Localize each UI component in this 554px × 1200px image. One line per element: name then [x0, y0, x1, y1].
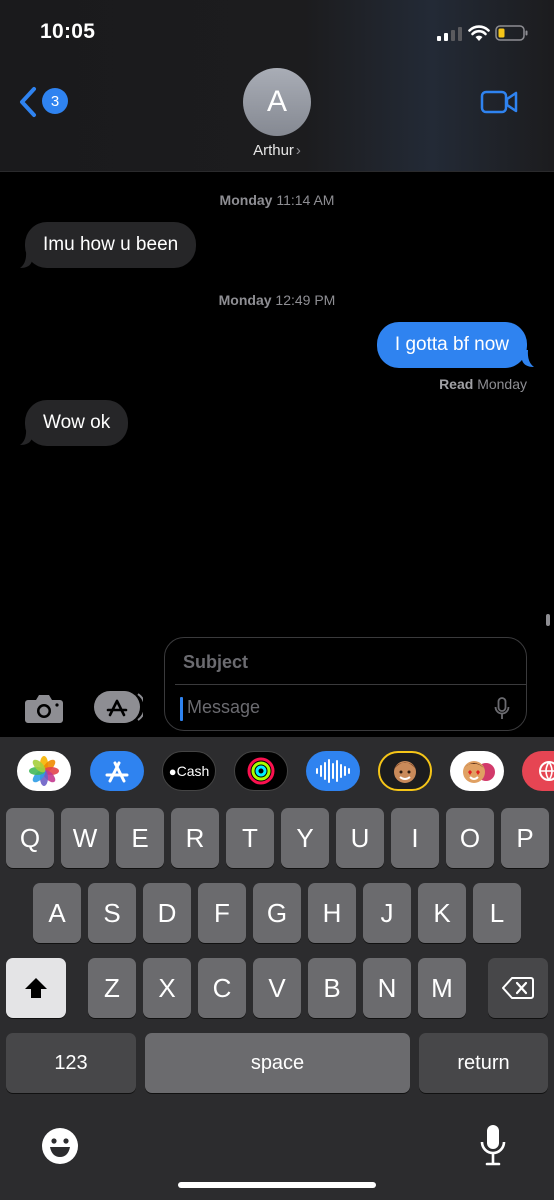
photos-icon [29, 756, 59, 786]
key-y[interactable]: Y [281, 808, 329, 868]
chevron-right-icon: › [295, 142, 301, 159]
key-n[interactable]: N [363, 958, 411, 1018]
message-timestamp: Monday 11:14 AM [0, 192, 554, 208]
memoji-icon [394, 761, 416, 783]
home-indicator[interactable] [178, 1182, 376, 1188]
space-key[interactable]: space [145, 1033, 410, 1093]
key-f[interactable]: F [198, 883, 246, 943]
photos-app-button[interactable] [17, 751, 71, 791]
key-d[interactable]: D [143, 883, 191, 943]
key-b[interactable]: B [308, 958, 356, 1018]
read-label: Read [439, 376, 474, 392]
apple-cash-icon: ● [168, 763, 177, 779]
app-store-app-button[interactable] [90, 751, 144, 791]
key-m[interactable]: M [418, 958, 466, 1018]
scroll-indicator[interactable] [546, 614, 550, 626]
key-u[interactable]: U [336, 808, 384, 868]
numbers-key[interactable]: 123 [6, 1033, 136, 1093]
read-when: Monday [477, 376, 527, 392]
message-bubble-incoming[interactable]: Wow ok [25, 400, 129, 446]
key-s[interactable]: S [88, 883, 136, 943]
memoji-stickers-app-button[interactable] [450, 751, 504, 791]
contact-avatar[interactable]: A [243, 68, 311, 136]
text-cursor [180, 697, 183, 721]
dictation-mic-icon[interactable] [480, 1124, 506, 1166]
cellular-signal-icon [437, 27, 462, 41]
chevron-left-icon [20, 87, 36, 117]
return-key[interactable]: return [419, 1033, 548, 1093]
message-bubble-incoming[interactable]: Imu how u been [25, 222, 197, 268]
key-o[interactable]: O [446, 808, 494, 868]
message-bubble-outgoing[interactable]: I gotta bf now [376, 322, 527, 368]
key-w[interactable]: W [61, 808, 109, 868]
key-q[interactable]: Q [6, 808, 54, 868]
key-a[interactable]: A [33, 883, 81, 943]
key-r[interactable]: R [171, 808, 219, 868]
key-v[interactable]: V [253, 958, 301, 1018]
shift-key[interactable] [6, 958, 66, 1018]
delete-backward-icon [502, 977, 534, 999]
app-store-icon [105, 761, 129, 783]
key-i[interactable]: I [391, 808, 439, 868]
facetime-video-icon[interactable] [480, 89, 518, 115]
message-timestamp: Monday 12:49 PM [0, 292, 554, 308]
timestamp-time: 12:49 PM [275, 292, 336, 308]
backspace-key[interactable] [488, 958, 548, 1018]
imessage-app-strip: ● Cash [0, 737, 554, 809]
audio-waveform-icon [316, 759, 350, 783]
unread-count-badge: 3 [42, 88, 68, 114]
activity-app-button[interactable] [234, 751, 288, 791]
emoji-icon[interactable] [41, 1127, 79, 1165]
key-t[interactable]: T [226, 808, 274, 868]
key-p[interactable]: P [501, 808, 549, 868]
status-time: 10:05 [40, 20, 96, 43]
key-z[interactable]: Z [88, 958, 136, 1018]
key-c[interactable]: C [198, 958, 246, 1018]
key-l[interactable]: L [473, 883, 521, 943]
audio-message-app-button[interactable] [306, 751, 360, 791]
timestamp-day: Monday [219, 192, 273, 208]
shift-arrow-icon [25, 978, 47, 998]
subject-field[interactable]: Subject [183, 652, 248, 673]
dictation-mic-icon[interactable] [494, 697, 510, 721]
key-x[interactable]: X [143, 958, 191, 1018]
app-store-icon[interactable] [93, 690, 143, 724]
wifi-icon [468, 25, 490, 41]
key-j[interactable]: J [363, 883, 411, 943]
conversation-header: 10:05 3 A Arthur › [0, 0, 554, 172]
contact-name-label: Arthur [253, 142, 294, 159]
back-button[interactable]: 3 [18, 84, 70, 120]
message-input[interactable]: Message [187, 697, 260, 718]
apple-cash-app-button[interactable]: ● Cash [162, 751, 216, 791]
message-compose-box[interactable]: Subject Message [164, 637, 527, 731]
key-k[interactable]: K [418, 883, 466, 943]
camera-icon[interactable] [24, 692, 64, 724]
read-receipt: Read Monday [439, 376, 527, 392]
key-e[interactable]: E [116, 808, 164, 868]
web-images-app-button[interactable] [522, 751, 554, 791]
memoji-app-button[interactable] [378, 751, 432, 791]
activity-icon [247, 757, 275, 785]
key-g[interactable]: G [253, 883, 301, 943]
timestamp-time: 11:14 AM [276, 192, 335, 208]
memoji-stickers-icon [463, 761, 495, 783]
contact-name[interactable]: Arthur › [0, 142, 554, 159]
keyboard: ● Cash Q W E R T Y U I O P A S D F G H J… [0, 737, 554, 1200]
battery-icon [495, 25, 528, 41]
key-h[interactable]: H [308, 883, 356, 943]
compose-divider [175, 684, 526, 685]
globe-search-icon [539, 761, 554, 781]
timestamp-day: Monday [218, 292, 272, 308]
apple-cash-label: Cash [176, 763, 210, 779]
